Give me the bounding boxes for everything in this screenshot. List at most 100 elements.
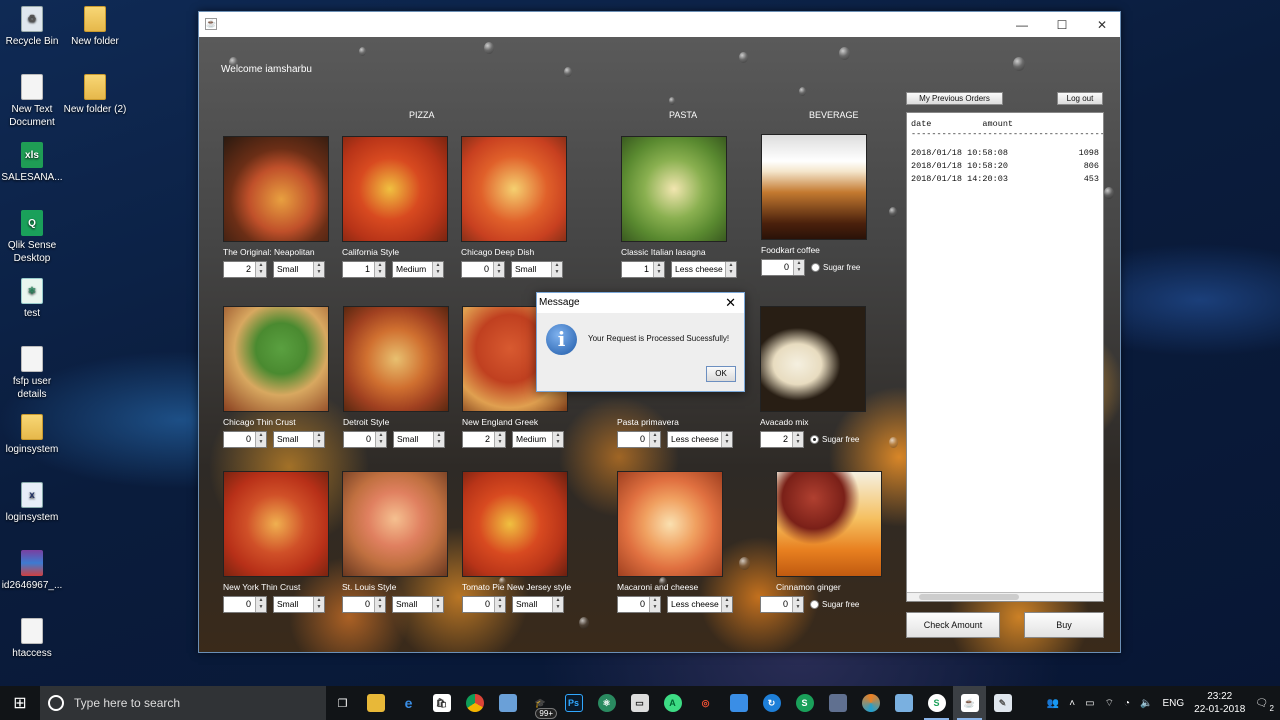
sugar-free-radio[interactable]: Sugar free [810, 600, 859, 609]
size-dropdown[interactable]: Medium ▲ ▼ [392, 261, 444, 278]
previous-orders-button[interactable]: My Previous Orders [906, 92, 1003, 105]
desktop-icon-qlik-sense[interactable]: Q Qlik Sense Desktop [0, 210, 64, 265]
virtualbox-icon[interactable] [491, 686, 524, 720]
quantity-spinner[interactable]: 0 ▲ ▼ [223, 596, 267, 613]
spinner-arrows-icon[interactable]: ▲ ▼ [375, 432, 386, 447]
quantity-spinner[interactable]: 0 ▲ ▼ [617, 596, 661, 613]
quantity-spinner[interactable]: 0 ▲ ▼ [343, 431, 387, 448]
spinner-arrows-icon[interactable]: ▲ ▼ [255, 432, 266, 447]
spinner-arrows-icon[interactable]: ▲ ▼ [374, 597, 385, 612]
wifi-icon[interactable]: ◔ [1124, 698, 1130, 709]
task-view-icon[interactable]: ❐ [326, 686, 359, 720]
spinner-arrows-icon[interactable]: ▲ ▼ [374, 262, 385, 277]
desktop-icon-loginsystem-file[interactable]: x loginsystem [0, 482, 64, 524]
size-dropdown[interactable]: Small ▲ ▼ [393, 431, 445, 448]
action-center-icon[interactable]: 🗨 2 [1255, 698, 1274, 713]
photoshop-icon[interactable]: Ps [557, 686, 590, 720]
maximize-button[interactable]: ☐ [1042, 16, 1082, 34]
quantity-spinner[interactable]: 0 ▲ ▼ [342, 596, 386, 613]
size-dropdown[interactable]: Small ▲ ▼ [273, 261, 325, 278]
people-icon[interactable]: 👥 [1047, 698, 1059, 709]
dialog-titlebar[interactable]: Message ✕ [537, 293, 744, 313]
git-icon[interactable]: ◎ [689, 686, 722, 720]
cheese-dropdown[interactable]: Less cheese ▲ ▼ [667, 431, 733, 448]
clock[interactable]: 23:22 22-01-2018 [1194, 690, 1245, 716]
quantity-spinner[interactable]: 0 ▲ ▼ [617, 431, 661, 448]
quantity-spinner[interactable]: 1 ▲ ▼ [342, 261, 386, 278]
spinner-arrows-icon[interactable]: ▲ ▼ [313, 597, 324, 612]
virtualbox-2-icon[interactable] [887, 686, 920, 720]
sugar-free-radio[interactable]: Sugar free [811, 263, 860, 272]
desktop-icon-new-text-document[interactable]: New Text Document [0, 74, 64, 129]
size-dropdown[interactable]: Small ▲ ▼ [512, 596, 564, 613]
spinner-arrows-icon[interactable]: ▲ ▼ [653, 262, 664, 277]
spinner-arrows-icon[interactable]: ▲ ▼ [432, 262, 443, 277]
android-studio-icon[interactable]: A [656, 686, 689, 720]
desktop-icon-htaccess[interactable]: htaccess [0, 618, 64, 660]
sync-icon[interactable]: ↻ [755, 686, 788, 720]
size-dropdown[interactable]: Small ▲ ▼ [392, 596, 444, 613]
spinner-arrows-icon[interactable]: ▲ ▼ [721, 597, 732, 612]
cheese-dropdown[interactable]: Less cheese ▲ ▼ [667, 596, 733, 613]
volume-icon[interactable]: 🔈 [1140, 698, 1152, 709]
paint-icon[interactable]: ✎ [986, 686, 1019, 720]
sugar-free-radio[interactable]: Sugar free [810, 435, 859, 444]
orders-list[interactable]: date amount ----------------------------… [906, 112, 1104, 602]
windows-start-icon[interactable]: ⊞ [0, 686, 40, 720]
language-indicator[interactable]: ENG [1162, 698, 1184, 709]
close-button[interactable]: ✕ [1082, 16, 1120, 34]
spinner-arrows-icon[interactable]: ▲ ▼ [255, 597, 266, 612]
desktop-icon-loginsystem-folder[interactable]: loginsystem [0, 414, 64, 456]
horizontal-scrollbar[interactable] [907, 592, 1103, 601]
battery-icon[interactable]: ▭ [1085, 698, 1094, 709]
size-dropdown[interactable]: Medium ▲ ▼ [512, 431, 564, 448]
spinner-arrows-icon[interactable]: ▲ ▼ [649, 597, 660, 612]
edge-icon[interactable]: e [392, 686, 425, 720]
desktop-icon-test[interactable]: ⚛ test [0, 278, 64, 320]
graduation-icon[interactable]: 🎓 99+ [524, 686, 557, 720]
atom-taskbar-icon[interactable]: ⚛ [590, 686, 623, 720]
dialog-close-button[interactable]: ✕ [725, 293, 736, 313]
radio-button[interactable] [811, 263, 820, 272]
eclipse-icon[interactable] [854, 686, 887, 720]
size-dropdown[interactable]: Small ▲ ▼ [511, 261, 563, 278]
spinner-arrows-icon[interactable]: ▲ ▼ [552, 432, 563, 447]
window-titlebar[interactable]: ☕ — ☐ ✕ [199, 12, 1120, 37]
file-explorer-icon[interactable] [359, 686, 392, 720]
quantity-spinner[interactable]: 0 ▲ ▼ [462, 596, 506, 613]
spinner-arrows-icon[interactable]: ▲ ▼ [793, 260, 804, 275]
quantity-spinner[interactable]: 0 ▲ ▼ [760, 596, 804, 613]
spinner-arrows-icon[interactable]: ▲ ▼ [494, 432, 505, 447]
spinner-arrows-icon[interactable]: ▲ ▼ [255, 262, 266, 277]
store-icon[interactable]: 🛍 [425, 686, 458, 720]
window-app-icon[interactable] [821, 686, 854, 720]
ok-button[interactable]: OK [706, 366, 736, 382]
desktop-icon-id2646967[interactable]: id2646967_... [0, 550, 64, 592]
buy-button[interactable]: Buy [1024, 612, 1104, 638]
quantity-spinner[interactable]: 0 ▲ ▼ [461, 261, 505, 278]
cheese-dropdown[interactable]: Less cheese ▲ ▼ [671, 261, 737, 278]
spinner-arrows-icon[interactable]: ▲ ▼ [433, 432, 444, 447]
desktop-icon-new-folder-2[interactable]: New folder (2) [63, 74, 127, 116]
photos-icon[interactable] [722, 686, 755, 720]
network-icon[interactable]: ⌔ [1105, 697, 1114, 710]
chrome-icon[interactable] [458, 686, 491, 720]
logout-button[interactable]: Log out [1057, 92, 1103, 105]
quantity-spinner[interactable]: 0 ▲ ▼ [761, 259, 805, 276]
desktop-icon-salesana[interactable]: xls SALESANA... [0, 142, 64, 184]
spinner-arrows-icon[interactable]: ▲ ▼ [551, 262, 562, 277]
spinner-arrows-icon[interactable]: ▲ ▼ [552, 597, 563, 612]
terminal-icon[interactable]: ▭ [623, 686, 656, 720]
check-amount-button[interactable]: Check Amount [906, 612, 1000, 638]
qlik-taskbar-icon[interactable]: S [788, 686, 821, 720]
radio-button[interactable] [810, 435, 819, 444]
taskbar-search[interactable]: Type here to search [40, 686, 326, 720]
desktop-icon-new-folder[interactable]: New folder [63, 6, 127, 48]
spinner-arrows-icon[interactable]: ▲ ▼ [493, 262, 504, 277]
spinner-arrows-icon[interactable]: ▲ ▼ [725, 262, 736, 277]
spinner-arrows-icon[interactable]: ▲ ▼ [432, 597, 443, 612]
spinner-arrows-icon[interactable]: ▲ ▼ [721, 432, 732, 447]
size-dropdown[interactable]: Small ▲ ▼ [273, 596, 325, 613]
quantity-spinner[interactable]: 1 ▲ ▼ [621, 261, 665, 278]
size-dropdown[interactable]: Small ▲ ▼ [273, 431, 325, 448]
